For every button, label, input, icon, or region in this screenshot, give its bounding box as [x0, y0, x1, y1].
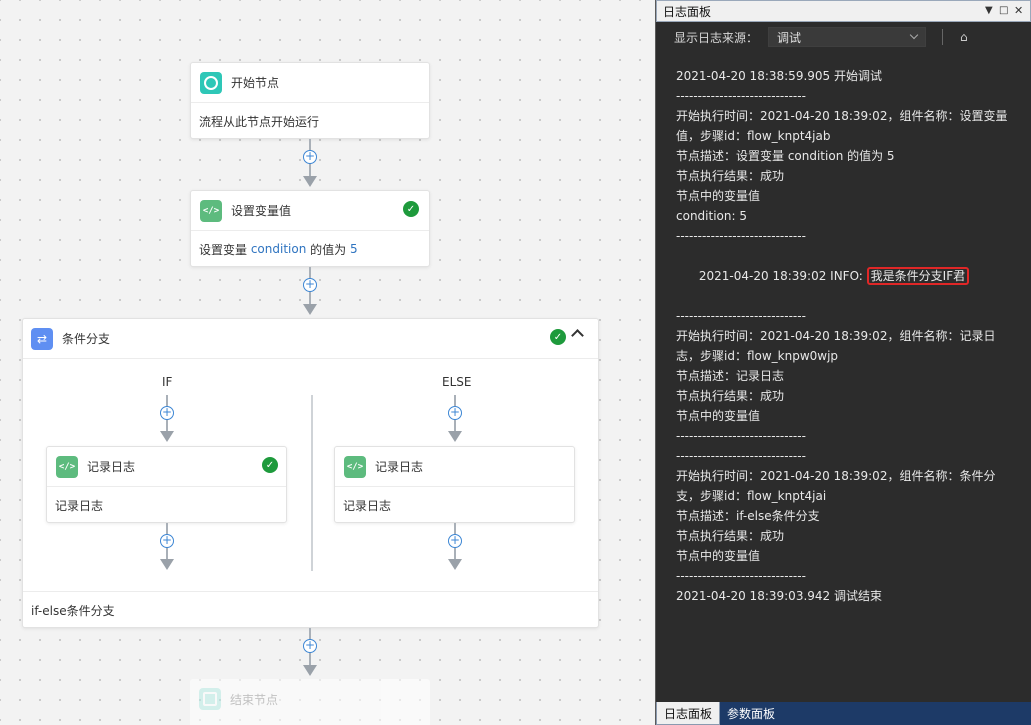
chevron-up-icon[interactable] [571, 329, 584, 342]
arrow-down-icon [448, 431, 462, 442]
end-node[interactable]: 结束节点 [190, 679, 430, 725]
log-source-value: 调试 [777, 30, 802, 45]
log-line: ------------------------------ [676, 309, 806, 323]
plus-circle-icon[interactable]: + [160, 406, 174, 420]
else-log-desc: 记录日志 [343, 498, 392, 513]
end-node-header: 结束节点 [190, 679, 430, 719]
if-label: IF [162, 375, 173, 389]
circle-icon [200, 71, 222, 94]
check-circle-icon: ✓ [550, 329, 566, 345]
branch-divider [311, 395, 313, 571]
check-circle-icon: ✓ [403, 201, 419, 217]
dropdown-arrow-icon[interactable]: ▼ [985, 5, 993, 16]
end-node-title: 结束节点 [230, 692, 279, 707]
start-node-header: 开始节点 [191, 63, 429, 103]
panel-tabs: 日志面板 参数面板 [656, 702, 1031, 725]
desc-prefix: 设置变量 [199, 242, 251, 257]
log-line: ------------------------------ [676, 229, 806, 243]
info-highlight: 我是条件分支IF君 [866, 267, 970, 285]
log-source-label: 显示日志来源： [674, 30, 759, 45]
log-line: 节点描述：if-else条件分支 [676, 509, 820, 523]
log-line: 开始执行时间：2021-04-20 18:39:02，组件名称：记录日志，步骤i… [676, 329, 996, 363]
code-icon: </> [200, 199, 222, 222]
desc-value: 5 [349, 242, 358, 256]
log-line: 节点描述：设置变量 condition 的值为 5 [676, 149, 895, 163]
set-variable-title: 设置变量值 [231, 204, 292, 218]
panel-titlebar: 日志面板 ▼ □ ✕ [656, 0, 1031, 22]
arrow-down-icon [303, 665, 317, 676]
set-variable-header: </> 设置变量值 ✓ [191, 191, 429, 231]
if-log-node[interactable]: </> 记录日志 ✓ 记录日志 [46, 446, 287, 523]
plus-circle-icon[interactable]: + [448, 534, 462, 548]
plus-circle-icon[interactable]: + [448, 406, 462, 420]
log-panel: 日志面板 ▼ □ ✕ 显示日志来源： 调试 ⌂ 2021-04-20 18:38… [655, 0, 1031, 725]
else-log-title: 记录日志 [375, 460, 424, 474]
start-node[interactable]: 开始节点 流程从此节点开始运行 [190, 62, 430, 139]
else-label: ELSE [442, 375, 472, 389]
log-line: 开始执行时间：2021-04-20 18:39:02，组件名称：设置变量值，步骤… [676, 109, 1008, 143]
else-log-node[interactable]: </> 记录日志 记录日志 [334, 446, 575, 523]
log-line: 节点中的变量值 [676, 549, 761, 563]
branch-title: 条件分支 [62, 332, 111, 346]
plus-circle-icon[interactable]: + [160, 534, 174, 548]
branch-icon: ⇄ [31, 327, 53, 350]
log-line-info: 2021-04-20 18:39:02 INFO: 我是条件分支IF君 [676, 246, 1016, 306]
log-line: condition: 5 [676, 209, 747, 223]
close-icon[interactable]: ✕ [1014, 4, 1023, 17]
desc-variable: condition [250, 242, 307, 256]
arrow-down-icon [303, 176, 317, 187]
arrow-down-icon [160, 431, 174, 442]
branch-footer: if-else条件分支 [23, 591, 598, 628]
condition-branch-node[interactable]: ⇄ 条件分支 ✓ IF ELSE + </> 记录日志 ✓ 记录日志 + + <… [22, 318, 599, 628]
log-line: 节点描述：记录日志 [676, 369, 785, 383]
square-icon [199, 688, 221, 710]
code-icon: </> [56, 455, 78, 478]
tab-log-panel[interactable]: 日志面板 [656, 702, 721, 725]
else-log-header: </> 记录日志 [335, 447, 574, 487]
start-node-title: 开始节点 [231, 76, 280, 90]
log-line: 节点执行结果：成功 [676, 389, 785, 403]
toolbar-separator [942, 29, 943, 45]
chevron-down-icon [909, 30, 919, 40]
set-variable-desc: 设置变量 condition 的值为 5 [191, 231, 429, 267]
log-line: 节点执行结果：成功 [676, 169, 785, 183]
branch-header: ⇄ 条件分支 ✓ [23, 319, 598, 359]
log-line: 节点中的变量值 [676, 189, 761, 203]
log-line: 2021-04-20 18:39:03.942 调试结束 [676, 589, 882, 603]
if-log-desc: 记录日志 [55, 498, 104, 513]
if-log-title: 记录日志 [87, 460, 136, 474]
log-content: 2021-04-20 18:38:59.905 开始调试 -----------… [676, 66, 1016, 606]
log-line: 开始执行时间：2021-04-20 18:39:02，组件名称：条件分支，步骤i… [676, 469, 996, 503]
info-prefix: 2021-04-20 18:39:02 INFO: [698, 269, 867, 283]
if-log-header: </> 记录日志 ✓ [47, 447, 286, 487]
set-variable-node[interactable]: </> 设置变量值 ✓ 设置变量 condition 的值为 5 [190, 190, 430, 267]
arrow-down-icon [160, 559, 174, 570]
plus-circle-icon[interactable]: + [303, 150, 317, 164]
plus-circle-icon[interactable]: + [303, 278, 317, 292]
start-node-desc: 流程从此节点开始运行 [199, 114, 320, 129]
arrow-down-icon [448, 559, 462, 570]
maximize-icon[interactable]: □ [999, 5, 1008, 16]
clear-log-icon[interactable]: ⌂ [960, 30, 974, 44]
code-icon: </> [344, 455, 366, 478]
log-line: 节点执行结果：成功 [676, 529, 785, 543]
desc-mid: 的值为 [306, 242, 350, 257]
log-line: 2021-04-20 18:38:59.905 开始调试 [676, 69, 882, 83]
log-source-select[interactable]: 调试 [768, 27, 927, 47]
arrow-down-icon [303, 304, 317, 315]
log-line: 节点中的变量值 [676, 409, 761, 423]
tab-params-panel[interactable]: 参数面板 [720, 702, 782, 725]
check-circle-icon: ✓ [262, 457, 278, 473]
panel-toolbar: 显示日志来源： 调试 ⌂ [656, 22, 1031, 52]
flow-canvas[interactable]: 开始节点 流程从此节点开始运行 + </> 设置变量值 ✓ 设置变量 condi… [0, 0, 655, 725]
log-line: ------------------------------ [676, 429, 806, 443]
log-line: ------------------------------ [676, 569, 806, 583]
log-line: ------------------------------ [676, 449, 806, 463]
log-line: ------------------------------ [676, 89, 806, 103]
plus-circle-icon[interactable]: + [303, 639, 317, 653]
panel-title: 日志面板 [663, 4, 712, 19]
